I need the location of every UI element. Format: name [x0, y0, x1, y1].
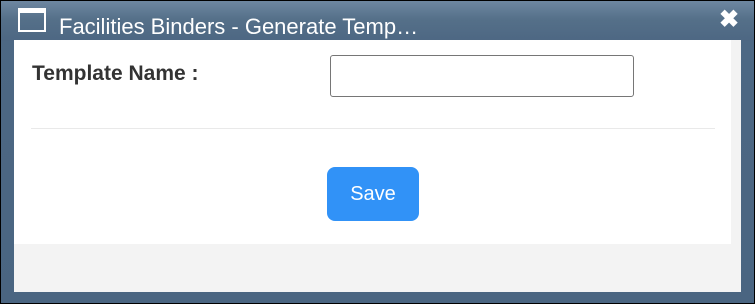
- template-name-input[interactable]: [330, 55, 634, 97]
- dialog-body: Template Name : Save: [14, 40, 741, 292]
- divider: [31, 128, 715, 129]
- save-button[interactable]: Save: [327, 167, 419, 221]
- generate-template-dialog: Facilities Binders - Generate Temp… ✖ Te…: [0, 0, 755, 304]
- dialog-title-bar[interactable]: Facilities Binders - Generate Temp… ✖: [1, 1, 754, 41]
- dialog-content: Template Name : Save: [14, 40, 731, 244]
- window-icon: [18, 8, 46, 32]
- close-icon[interactable]: ✖: [718, 7, 740, 33]
- template-name-label: Template Name :: [32, 62, 199, 85]
- dialog-title: Facilities Binders - Generate Temp…: [59, 14, 419, 39]
